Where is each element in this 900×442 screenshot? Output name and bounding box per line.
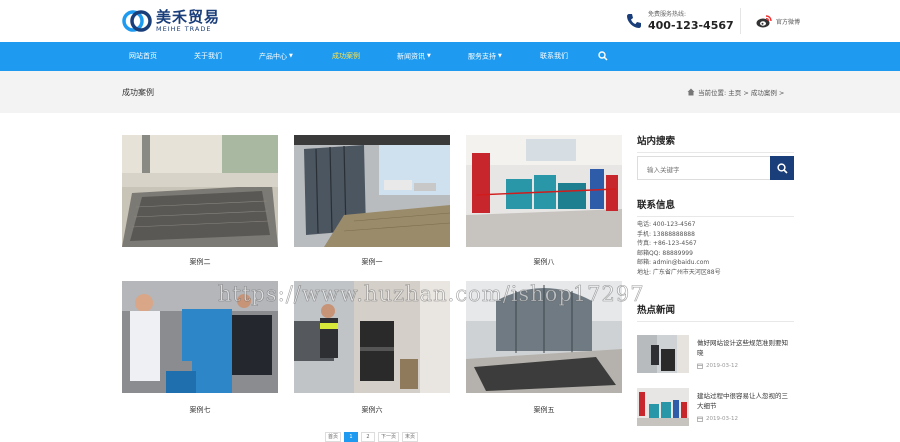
news-date: 2019-03-12 xyxy=(706,363,738,369)
case-image[interactable] xyxy=(122,281,278,393)
nav-label: 服务支持 xyxy=(468,52,496,61)
contact-address: 地址: 广东省广州市天河区88号 xyxy=(637,268,721,276)
case-title[interactable]: 案例二 xyxy=(122,257,278,267)
calendar-icon xyxy=(697,363,703,369)
breadcrumb-bar: 成功案例 当前位置: 主页 > 成功案例 > xyxy=(0,71,900,113)
breadcrumb: 当前位置: 主页 > 成功案例 > xyxy=(687,87,784,97)
home-icon xyxy=(687,88,695,96)
pagination: 首页 1 2 下一页 末页 xyxy=(325,432,421,442)
news-section: 热点新闻 xyxy=(637,302,794,322)
case-card[interactable]: 案例七 xyxy=(122,281,278,414)
case-image[interactable] xyxy=(466,281,622,393)
case-image[interactable] xyxy=(122,135,278,247)
calendar-icon xyxy=(697,416,703,422)
chevron-down-icon: ▼ xyxy=(289,53,293,59)
search-input[interactable] xyxy=(638,159,768,181)
sidebar: 站内搜索 联系信息 电话: 400-123-4567 手机: 138888888… xyxy=(637,133,794,426)
news-heading: 热点新闻 xyxy=(637,305,676,316)
nav-item-home[interactable]: 网站首页 xyxy=(129,42,157,71)
news-date-row: 2019-03-12 xyxy=(697,363,738,369)
search-icon xyxy=(776,162,788,174)
nav-label: 联系我们 xyxy=(540,52,568,60)
search-heading: 站内搜索 xyxy=(637,136,676,147)
search-button[interactable] xyxy=(770,156,794,180)
nav-item-news[interactable]: 新闻资讯 ▼ xyxy=(397,42,431,71)
page-1[interactable]: 1 xyxy=(344,432,359,442)
nav-label: 新闻资讯 xyxy=(397,52,425,61)
chevron-down-icon: ▼ xyxy=(498,53,502,59)
nav-item-about[interactable]: 关于我们 xyxy=(194,42,222,71)
contact-email: 邮箱: admin@baidu.com xyxy=(637,259,710,266)
case-card[interactable]: 案例五 xyxy=(466,281,622,414)
top-header: 美禾贸易 MEIHE TRADE 免费服务热线: 400-123-4567 官方… xyxy=(0,0,900,42)
weibo-label: 官方微博 xyxy=(776,18,801,26)
news-image[interactable] xyxy=(637,335,689,373)
nav-item-cases[interactable]: 成功案例 xyxy=(332,42,360,71)
hotline: 免费服务热线: 400-123-4567 xyxy=(626,10,734,32)
case-card[interactable]: 案例八 xyxy=(466,135,622,266)
nav-item-support[interactable]: 服务支持 ▼ xyxy=(468,42,502,71)
page-first[interactable]: 首页 xyxy=(325,432,342,442)
contact-heading: 联系信息 xyxy=(637,200,676,211)
case-card[interactable]: 案例六 xyxy=(294,281,450,414)
case-title[interactable]: 案例八 xyxy=(466,257,622,267)
site-logo[interactable]: 美禾贸易 MEIHE TRADE xyxy=(122,6,220,36)
nav-label: 产品中心 xyxy=(259,52,287,61)
chevron-down-icon: ▼ xyxy=(427,53,431,59)
nav-label: 关于我们 xyxy=(194,52,222,60)
case-image[interactable] xyxy=(294,135,450,247)
hotline-label: 免费服务热线: xyxy=(648,11,687,18)
nav-item-products[interactable]: 产品中心 ▼ xyxy=(259,42,293,71)
search-icon[interactable] xyxy=(598,51,608,61)
weibo-link[interactable]: 官方微博 xyxy=(756,14,800,28)
divider xyxy=(637,152,794,153)
divider xyxy=(637,321,794,322)
contact-phone: 电话: 400-123-4567 xyxy=(637,221,696,228)
hotline-number: 400-123-4567 xyxy=(648,19,734,32)
main-nav: 网站首页 关于我们 产品中心 ▼ 成功案例 新闻资讯 ▼ 服务支持 ▼ 联系我们 xyxy=(0,42,900,71)
news-image[interactable] xyxy=(637,388,689,426)
page-2[interactable]: 2 xyxy=(361,432,376,442)
contact-qq: 邮箱QQ: 88889999 xyxy=(637,249,693,257)
case-title[interactable]: 案例七 xyxy=(122,405,278,415)
news-item[interactable]: 建站过程中很容易让人忽视的三大细节 2019-03-12 xyxy=(637,388,794,428)
divider xyxy=(637,216,794,217)
nav-label: 网站首页 xyxy=(129,52,157,60)
logo-name-en: MEIHE TRADE xyxy=(156,25,212,33)
contact-fax: 传真: +86-123-4567 xyxy=(637,240,697,247)
news-title[interactable]: 建站过程中很容易让人忽视的三大细节 xyxy=(697,391,793,411)
logo-icon xyxy=(122,8,152,34)
page-title: 成功案例 xyxy=(122,88,154,97)
search-box xyxy=(637,156,771,181)
news-date: 2019-03-12 xyxy=(706,416,738,422)
contact-list: 电话: 400-123-4567 手机: 13888888888 传真: +86… xyxy=(637,220,721,277)
case-image[interactable] xyxy=(466,135,622,247)
weibo-icon xyxy=(756,15,772,28)
contact-section: 联系信息 xyxy=(637,197,794,217)
case-image[interactable] xyxy=(294,281,450,393)
case-card[interactable]: 案例二 xyxy=(122,135,278,266)
case-title[interactable]: 案例六 xyxy=(294,405,450,415)
page-last[interactable]: 末页 xyxy=(402,432,419,442)
breadcrumb-path[interactable]: 当前位置: 主页 > 成功案例 > xyxy=(698,87,784,97)
phone-icon xyxy=(627,14,641,28)
news-item[interactable]: 做好网站设计这些规范准则要知晓 2019-03-12 xyxy=(637,335,794,375)
case-title[interactable]: 案例五 xyxy=(466,405,622,415)
nav-label: 成功案例 xyxy=(332,52,360,60)
header-divider xyxy=(740,8,741,34)
case-card[interactable]: 案例一 xyxy=(294,135,450,266)
nav-item-contact[interactable]: 联系我们 xyxy=(540,42,568,71)
news-title[interactable]: 做好网站设计这些规范准则要知晓 xyxy=(697,338,793,358)
contact-mobile: 手机: 13888888888 xyxy=(637,230,695,238)
news-date-row: 2019-03-12 xyxy=(697,416,738,422)
case-title[interactable]: 案例一 xyxy=(294,257,450,267)
page-next[interactable]: 下一页 xyxy=(378,432,400,442)
logo-name-cn: 美禾贸易 xyxy=(156,8,221,26)
